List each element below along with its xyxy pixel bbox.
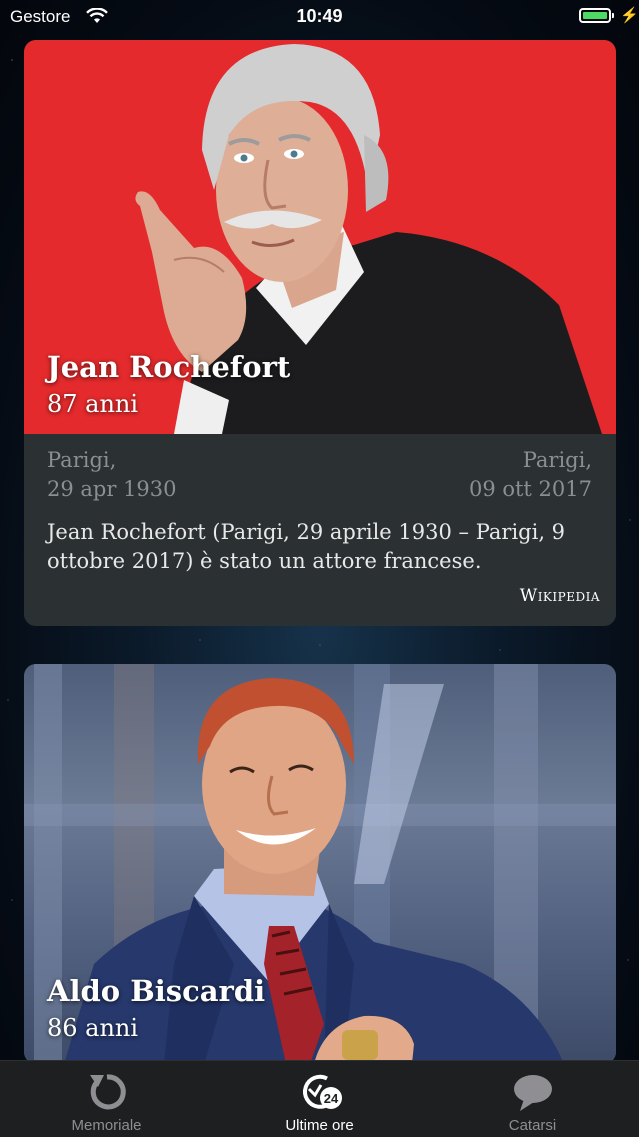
tab-catarsi[interactable]: Catarsi	[426, 1061, 639, 1137]
tab-label: Memoriale	[71, 1117, 142, 1134]
refresh-icon	[90, 1074, 126, 1110]
clock-24-icon: 24	[303, 1074, 342, 1109]
battery-level	[583, 12, 607, 19]
person-name: Jean Rochefort	[47, 350, 291, 384]
death-place: Parigi,	[522, 448, 592, 472]
birth-place: Parigi,	[47, 448, 117, 472]
battery-tip	[612, 13, 614, 18]
chat-bubble-icon	[514, 1075, 552, 1111]
svg-text:24: 24	[324, 1091, 339, 1106]
person-age: 86 anni	[47, 1014, 139, 1042]
wikipedia-link[interactable]: Wikipedia	[520, 586, 600, 606]
tab-label: Catarsi	[508, 1117, 557, 1134]
birth-info: Parigi, 29 apr 1930	[47, 446, 177, 504]
tab-label: Ultime ore	[285, 1117, 354, 1134]
person-card[interactable]: Aldo Biscardi 86 anni	[24, 664, 616, 1064]
death-date: 09 ott 2017	[468, 477, 592, 501]
tab-ultime-ore[interactable]: 24 Ultime ore	[213, 1061, 426, 1137]
battery-icon	[579, 8, 611, 23]
status-bar: Gestore 10:49 ⚡	[0, 0, 639, 34]
person-card[interactable]: Jean Rochefort 87 anni Parigi, 29 apr 19…	[24, 40, 616, 626]
charging-icon: ⚡	[620, 7, 639, 24]
person-summary: Jean Rochefort (Parigi, 29 aprile 1930 –…	[47, 520, 566, 573]
person-age: 87 anni	[47, 390, 139, 418]
death-info: Parigi, 09 ott 2017	[469, 446, 592, 504]
tab-memoriale[interactable]: Memoriale	[0, 1061, 213, 1137]
person-info-panel: Parigi, 29 apr 1930 Parigi, 09 ott 2017 …	[24, 434, 616, 626]
tab-bar: Memoriale 24 Ultime ore Catarsi	[0, 1060, 639, 1137]
birth-date: 29 apr 1930	[47, 477, 177, 501]
status-time: 10:49	[296, 6, 343, 26]
person-name: Aldo Biscardi	[47, 974, 266, 1008]
